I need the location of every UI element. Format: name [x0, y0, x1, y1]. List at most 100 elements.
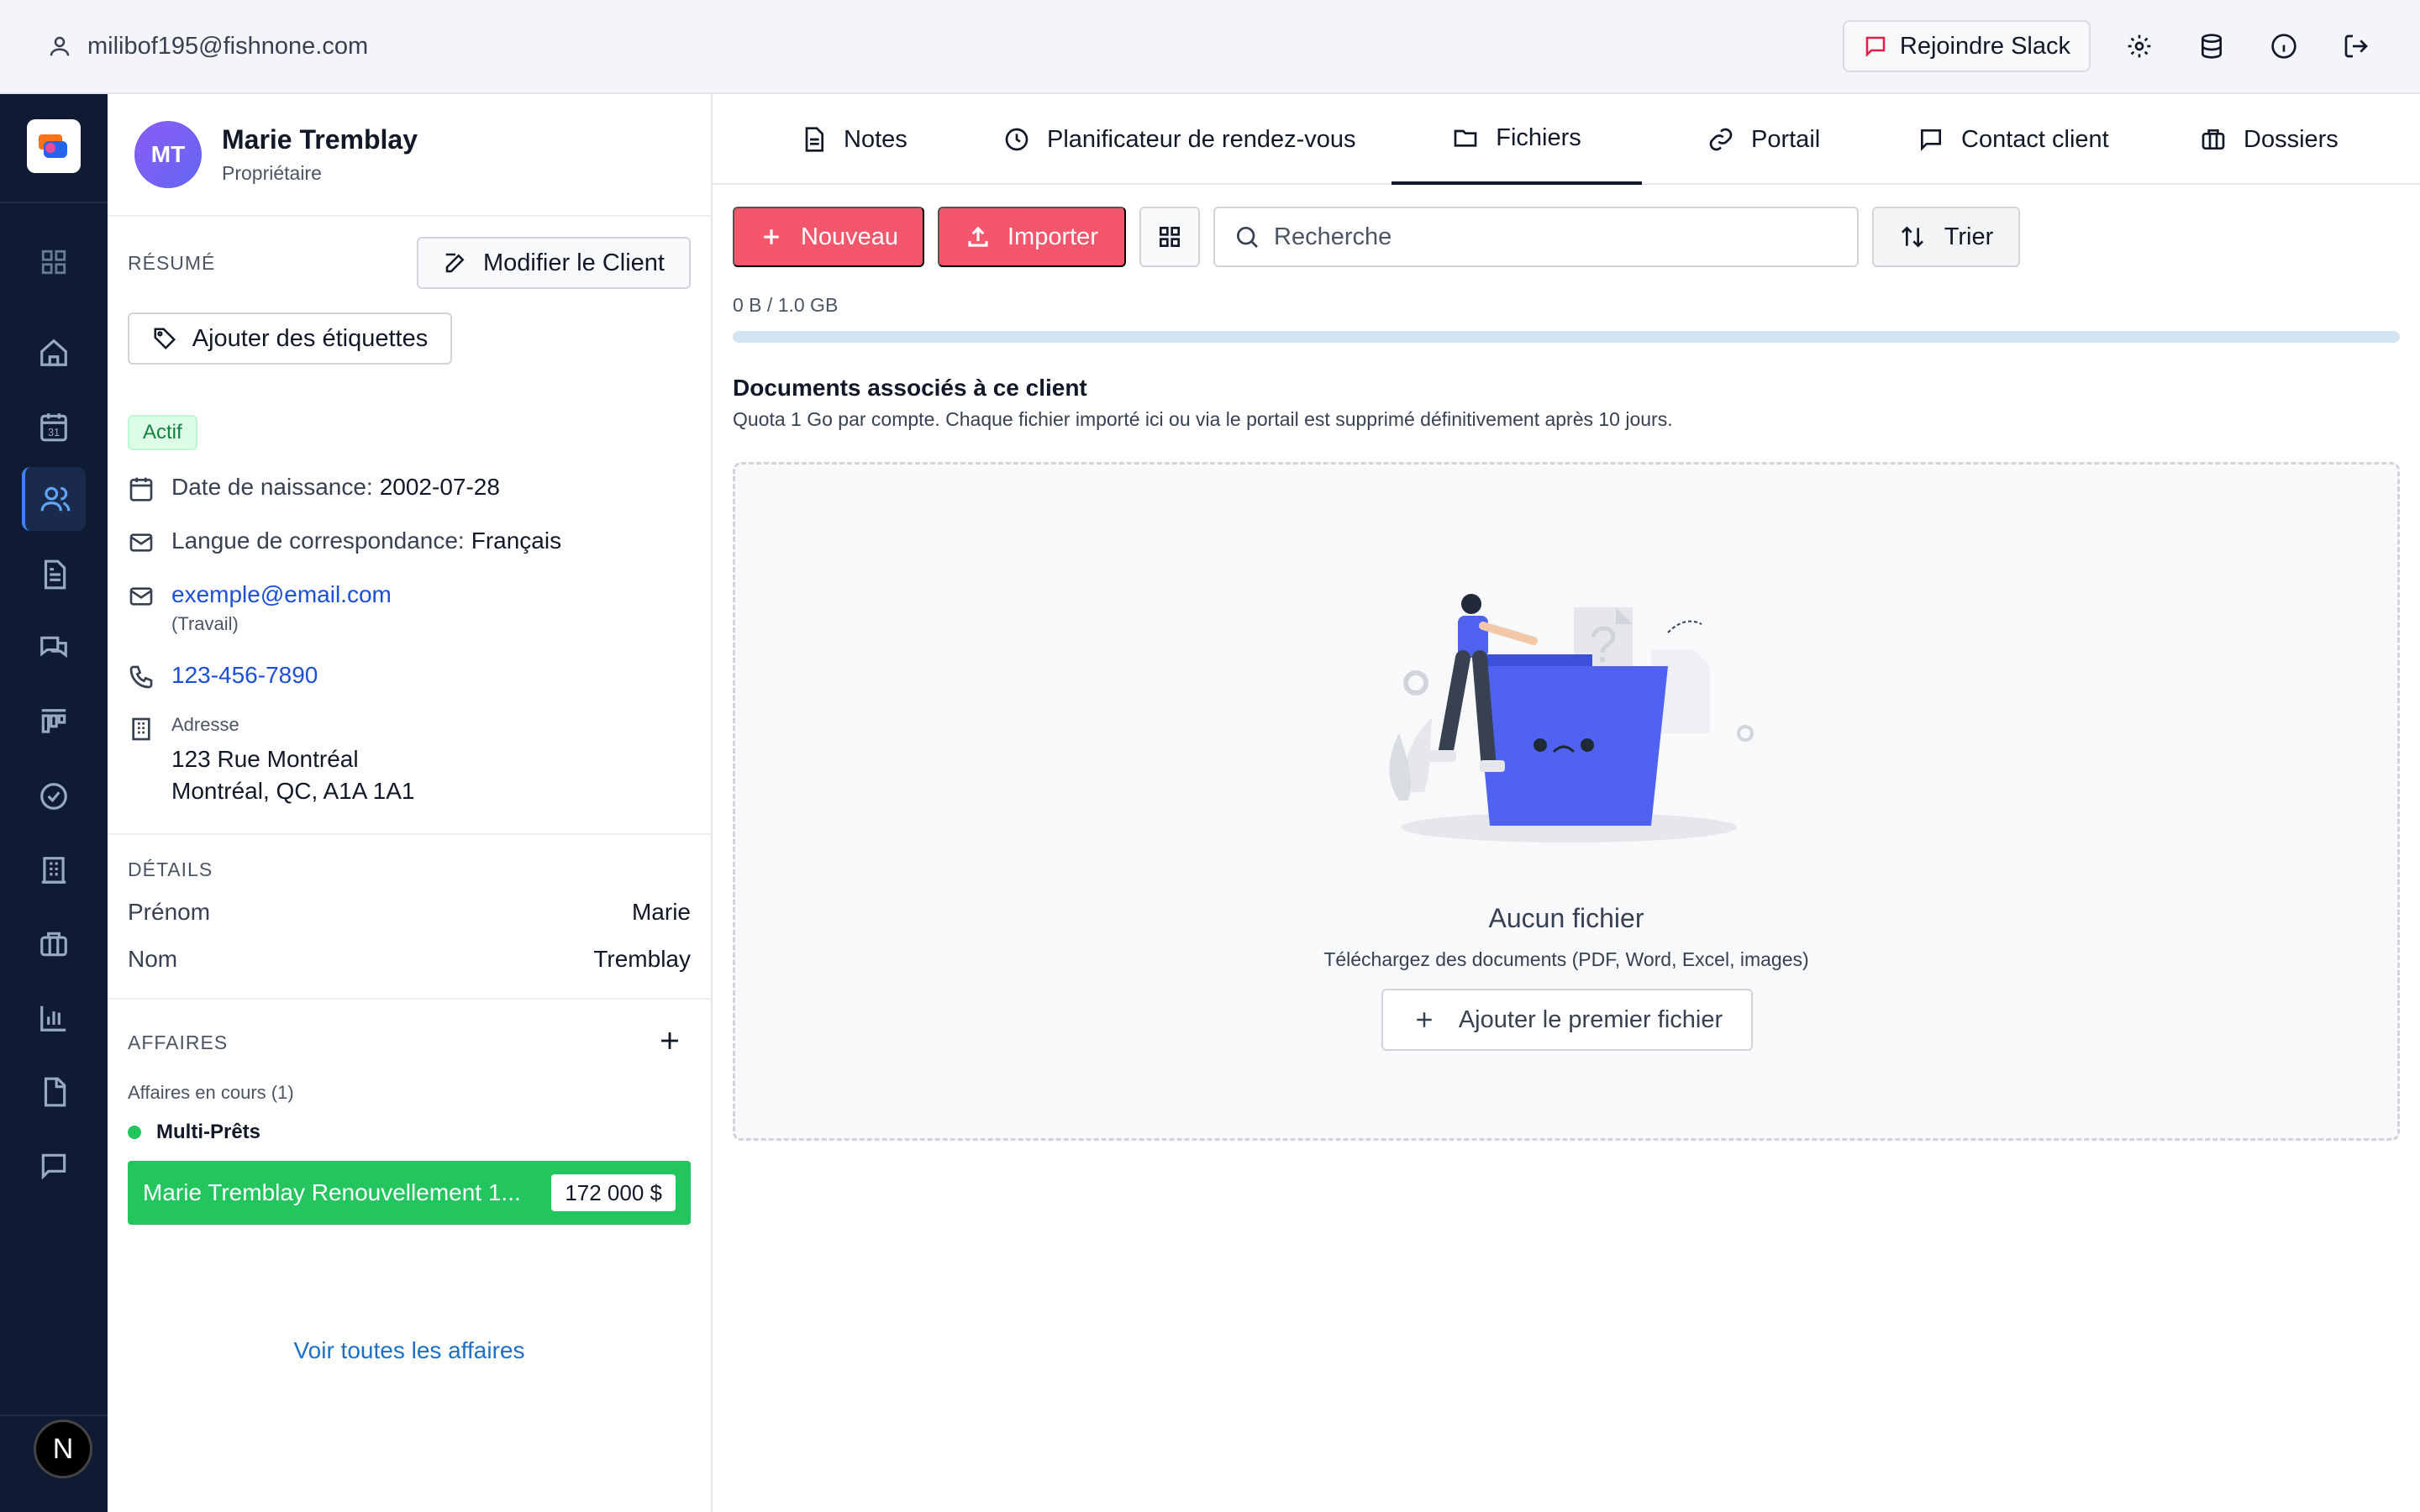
add-tags-button[interactable]: Ajouter des étiquettes	[128, 312, 452, 365]
calendar-icon	[128, 475, 156, 504]
user-icon	[47, 34, 72, 59]
language-row: Langue de correspondance: Français	[128, 528, 561, 558]
status-badge: Actif	[128, 415, 197, 450]
slack-icon	[1863, 34, 1888, 59]
tag-icon	[152, 326, 177, 351]
empty-folder-illustration: ?	[1389, 594, 1754, 843]
new-button[interactable]: Nouveau	[733, 207, 924, 267]
deal-card[interactable]: Marie Tremblay Renouvellement 1... 172 0…	[128, 1161, 691, 1225]
client-header: MT Marie Tremblay Propriétaire	[108, 94, 711, 217]
add-first-file-button[interactable]: Ajouter le premier fichier	[1381, 989, 1753, 1051]
grid-icon[interactable]	[22, 230, 86, 294]
address-row: Adresse 123 Rue Montréal Montréal, QC, A…	[128, 714, 415, 805]
logout-icon[interactable]	[2333, 23, 2380, 70]
add-deal-icon[interactable]	[655, 1026, 684, 1055]
document-icon[interactable]	[22, 543, 86, 606]
bar-chart-icon[interactable]	[22, 986, 86, 1050]
deal-title: Marie Tremblay Renouvellement 1...	[143, 1179, 521, 1205]
main-content: Notes Planificateur de rendez-vous Fichi…	[713, 94, 2420, 1512]
calendar-day: 31	[48, 427, 60, 438]
upload-icon	[965, 224, 991, 249]
files-toolbar: Nouveau Importer Trier	[733, 207, 2400, 267]
detail-row-first-name: Prénom Marie	[128, 899, 691, 925]
deals-label: AFFAIRES	[128, 1032, 229, 1053]
documents-title: Documents associés à ce client	[733, 375, 1087, 401]
search-input[interactable]	[1274, 223, 1845, 251]
database-icon[interactable]	[2188, 23, 2235, 70]
birth-date-row: Date de naissance: 2002-07-28	[128, 474, 500, 504]
gear-icon[interactable]	[2116, 23, 2163, 70]
footer-avatar[interactable]: N	[34, 1420, 92, 1478]
building-icon[interactable]	[22, 838, 86, 902]
address-label: Adresse	[171, 714, 239, 735]
phone-row: 123-456-7890	[128, 662, 318, 692]
import-button[interactable]: Importer	[938, 207, 1126, 267]
users-icon[interactable]	[22, 467, 86, 531]
message-icon[interactable]	[22, 1134, 86, 1198]
email-link[interactable]: exemple@email.com	[171, 581, 392, 608]
link-icon	[1707, 126, 1734, 153]
clock-icon	[1003, 126, 1030, 153]
rail-separator	[0, 202, 108, 203]
pipeline-dot	[128, 1126, 141, 1139]
deal-amount: 172 000 $	[551, 1174, 676, 1211]
email-row: exemple@email.com (Travail)	[128, 581, 392, 635]
note-icon	[800, 126, 827, 153]
tab-notes[interactable]: Notes	[800, 94, 909, 185]
client-name: Marie Tremblay	[222, 124, 418, 155]
svg-text:?: ?	[1589, 617, 1617, 673]
search-box	[1213, 207, 1859, 267]
client-panel: MT Marie Tremblay Propriétaire RÉSUMÉ Mo…	[108, 94, 713, 1512]
details-label: DÉTAILS	[128, 858, 213, 880]
section-divider	[108, 833, 711, 835]
tab-files[interactable]: Fichiers	[1392, 94, 1642, 185]
grid-view-button[interactable]	[1139, 207, 1200, 267]
address-line2: Montréal, QC, A1A 1A1	[171, 778, 415, 804]
file-icon[interactable]	[22, 1060, 86, 1124]
pipeline-label: Multi-Prêts	[128, 1121, 260, 1144]
building-icon	[128, 716, 156, 744]
board-icon[interactable]	[22, 690, 86, 754]
empty-state-title: Aucun fichier	[1488, 903, 1644, 933]
calendar-icon[interactable]: 31	[22, 395, 86, 459]
plus-icon	[759, 224, 784, 249]
detail-row-last-name: Nom Tremblay	[128, 946, 691, 972]
address-line1: 123 Rue Montréal	[171, 746, 359, 772]
info-icon[interactable]	[2260, 23, 2307, 70]
user-info: milibof195@fishnone.com	[47, 33, 368, 60]
app-logo[interactable]	[27, 119, 81, 173]
briefcase-icon[interactable]	[22, 912, 86, 976]
section-divider	[108, 998, 711, 1000]
check-circle-icon[interactable]	[22, 764, 86, 828]
phone-icon	[128, 664, 156, 692]
deals-open-count: Affaires en cours (1)	[128, 1082, 294, 1103]
view-all-deals-link[interactable]: Voir toutes les affaires	[108, 1337, 711, 1364]
edit-client-button[interactable]: Modifier le Client	[417, 237, 691, 289]
tab-bar: Notes Planificateur de rendez-vous Fichi…	[713, 94, 2420, 185]
user-email: milibof195@fishnone.com	[87, 32, 369, 60]
tab-records[interactable]: Dossiers	[2200, 94, 2338, 185]
nav-rail: 31 N	[0, 94, 108, 1512]
empty-state-subtitle: Téléchargez des documents (PDF, Word, Ex…	[1323, 948, 1809, 970]
briefcase-icon	[2200, 126, 2227, 153]
quota-progress-bar	[733, 331, 2400, 343]
chat-icon	[1918, 126, 1944, 153]
mail-icon	[128, 529, 156, 558]
search-icon	[1234, 223, 1260, 250]
mail-icon	[128, 583, 156, 612]
top-bar: milibof195@fishnone.com Rejoindre Slack	[0, 0, 2420, 94]
grid-icon	[1156, 223, 1183, 250]
tab-client-contact[interactable]: Contact client	[1918, 94, 2109, 185]
summary-label: RÉSUMÉ	[128, 252, 216, 274]
tab-portal[interactable]: Portail	[1707, 94, 1820, 185]
file-dropzone[interactable]: ? Aucun fichier Téléchargez des document…	[733, 462, 2400, 1141]
email-type: (Travail)	[171, 613, 239, 634]
client-avatar: MT	[134, 121, 202, 188]
tab-scheduler[interactable]: Planificateur de rendez-vous	[1003, 94, 1356, 185]
join-slack-button[interactable]: Rejoindre Slack	[1842, 20, 2091, 72]
phone-link[interactable]: 123-456-7890	[171, 662, 318, 689]
sort-button[interactable]: Trier	[1872, 207, 2020, 267]
home-icon[interactable]	[22, 321, 86, 385]
sort-icon	[1899, 223, 1926, 250]
chat-icon[interactable]	[22, 617, 86, 680]
